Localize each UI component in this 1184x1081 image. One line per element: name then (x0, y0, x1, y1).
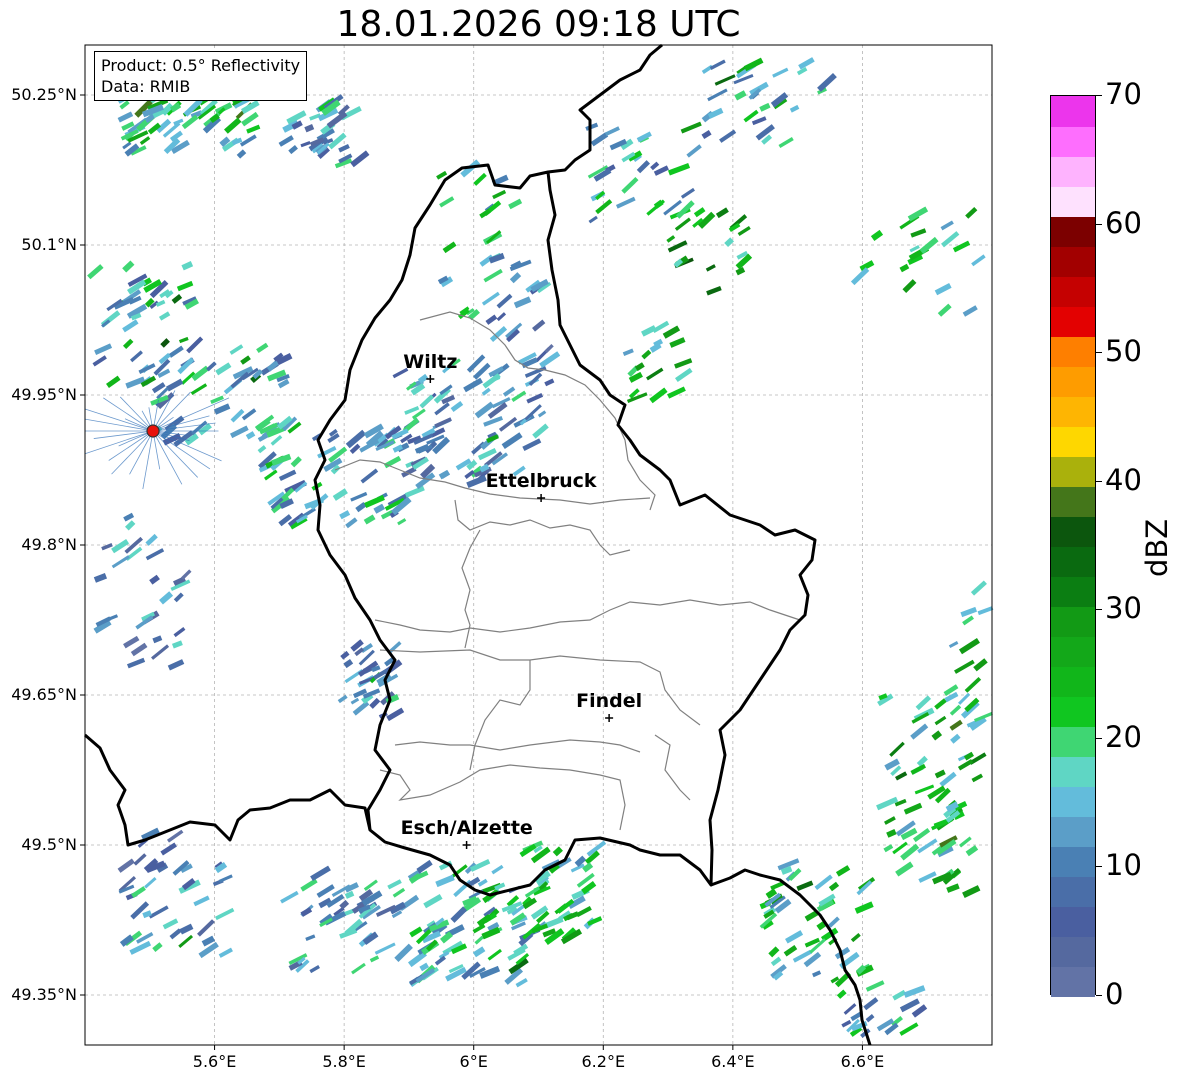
lon-tick-label: 6.6°E (840, 1052, 885, 1071)
product-label: Product: 0.5° Reflectivity (101, 56, 301, 75)
colorbar-label: dBZ (1140, 518, 1174, 577)
colorbar-tick-label: 50 (1105, 334, 1142, 369)
colorbar-segment (1051, 966, 1095, 997)
colorbar-tick (1096, 223, 1102, 225)
colorbar-tick (1096, 866, 1102, 868)
city-label[interactable]: Ettelbruck (486, 470, 597, 492)
colorbar-segment (1051, 756, 1095, 787)
colorbar-segment (1051, 666, 1095, 697)
colorbar-segment (1051, 816, 1095, 847)
colorbar-segment (1051, 96, 1095, 127)
colorbar-tick-label: 40 (1105, 462, 1142, 497)
colorbar-segment (1051, 786, 1095, 817)
colorbar-segment (1051, 186, 1095, 217)
product-info-box: Product: 0.5° Reflectivity Data: RMIB (94, 51, 308, 101)
colorbar-segment (1051, 486, 1095, 517)
colorbar-segment (1051, 456, 1095, 487)
colorbar-tick (1096, 995, 1102, 996)
colorbar-segment (1051, 936, 1095, 967)
colorbar-segment (1051, 396, 1095, 427)
lat-tick-label: 50.1°N (21, 235, 77, 254)
lon-tick-label: 6.2°E (581, 1052, 626, 1071)
colorbar-tick-label: 30 (1105, 591, 1142, 626)
colorbar-tick-label: 10 (1105, 848, 1142, 883)
colorbar-segment (1051, 156, 1095, 187)
city-label[interactable]: Wiltz (403, 351, 457, 373)
colorbar-segment (1051, 276, 1095, 307)
colorbar-tick-label: 60 (1105, 205, 1142, 240)
colorbar-segment (1051, 306, 1095, 337)
dbz-colorbar (1050, 95, 1096, 997)
data-source-label: Data: RMIB (101, 77, 191, 96)
colorbar-tick (1096, 480, 1102, 482)
colorbar-tick (1096, 609, 1102, 611)
colorbar-segment (1051, 426, 1095, 457)
colorbar-segment (1051, 846, 1095, 877)
lat-tick-label: 49.8°N (21, 535, 77, 554)
colorbar-tick-label: 0 (1105, 977, 1124, 1011)
colorbar-segment (1051, 576, 1095, 607)
lat-tick-label: 49.35°N (11, 985, 77, 1004)
lon-tick-label: 6.4°E (711, 1052, 755, 1071)
colorbar-segment (1051, 636, 1095, 667)
colorbar-segment (1051, 516, 1095, 547)
colorbar-segment (1051, 216, 1095, 247)
lat-tick-label: 49.95°N (11, 385, 77, 404)
lon-tick-label: 6°E (459, 1052, 488, 1071)
city-label[interactable]: Esch/Alzette (401, 817, 533, 839)
colorbar-segment (1051, 546, 1095, 577)
colorbar-segment (1051, 906, 1095, 937)
lat-tick-label: 49.65°N (11, 685, 77, 704)
colorbar-tick-label: 70 (1105, 77, 1142, 111)
radar-map[interactable] (0, 0, 1184, 1081)
city-label[interactable]: Findel (576, 690, 642, 712)
radar-site-marker[interactable] (146, 424, 160, 438)
colorbar-tick (1096, 737, 1102, 739)
colorbar-segment (1051, 246, 1095, 277)
colorbar-segment (1051, 696, 1095, 727)
lat-tick-label: 50.25°N (11, 85, 77, 104)
colorbar-segment (1051, 606, 1095, 637)
colorbar-segment (1051, 126, 1095, 157)
colorbar-tick (1096, 95, 1102, 96)
colorbar-tick-label: 20 (1105, 719, 1142, 754)
colorbar-segment (1051, 366, 1095, 397)
colorbar-tick (1096, 352, 1102, 354)
lon-tick-label: 5.8°E (322, 1052, 366, 1071)
colorbar-segment (1051, 726, 1095, 757)
colorbar-segment (1051, 876, 1095, 907)
colorbar-segment (1051, 336, 1095, 367)
lon-tick-label: 5.6°E (192, 1052, 237, 1071)
lat-tick-label: 49.5°N (21, 835, 77, 854)
